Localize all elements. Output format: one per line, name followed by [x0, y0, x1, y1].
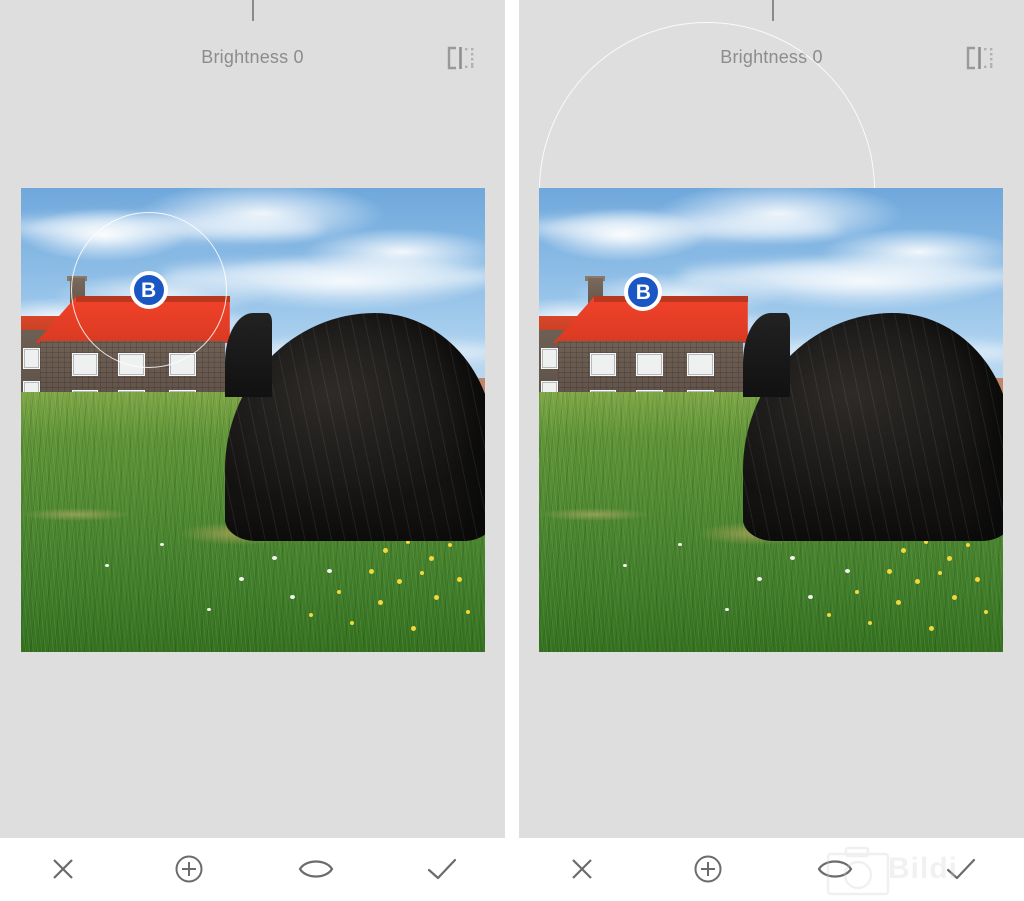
add-point-button-right[interactable]	[645, 838, 771, 900]
photo-image-left	[21, 188, 485, 652]
compare-split-icon-right[interactable]	[963, 44, 997, 72]
cancel-button-left[interactable]	[0, 838, 126, 900]
adjustment-label-left: Brightness 0	[201, 47, 304, 67]
roof-ridge	[593, 296, 749, 302]
control-point-letter: B	[141, 278, 157, 302]
control-point-letter: B	[635, 280, 651, 304]
compare-split-icon-left[interactable]	[444, 44, 478, 72]
slider-tick-right[interactable]	[772, 0, 774, 21]
preview-toggle-button-left[interactable]	[253, 838, 379, 900]
photo-canvas-right[interactable]: B	[539, 188, 1003, 652]
panel-right: Brightness 0 B	[519, 0, 1024, 900]
brightness-control-point-left[interactable]: B	[129, 271, 168, 310]
add-point-button-left[interactable]	[126, 838, 252, 900]
editor-screen: Brightness 0 B Brightness 0 B Bildi	[0, 0, 1024, 900]
check-icon	[427, 858, 456, 880]
adjustment-label-right: Brightness 0	[720, 47, 823, 67]
eye-icon	[817, 860, 852, 878]
slider-tick-left[interactable]	[252, 0, 254, 21]
apply-button-right[interactable]	[898, 838, 1024, 900]
plus-circle-icon	[694, 855, 722, 883]
check-icon	[946, 858, 975, 880]
cancel-button-right[interactable]	[519, 838, 645, 900]
photo-canvas-left[interactable]: B	[21, 188, 485, 652]
panel-right-header: Brightness 0	[519, 44, 1024, 70]
close-x-icon	[53, 859, 73, 879]
close-x-icon	[572, 859, 592, 879]
panel-divider	[505, 0, 519, 900]
eye-icon	[298, 860, 333, 878]
preview-toggle-button-right[interactable]	[772, 838, 898, 900]
apply-button-left[interactable]	[379, 838, 505, 900]
plus-circle-icon	[175, 855, 203, 883]
toolbar-left	[0, 838, 505, 900]
photo-image-right	[539, 188, 1003, 652]
panel-left: Brightness 0 B	[0, 0, 505, 900]
panel-left-header: Brightness 0	[0, 44, 505, 70]
toolbar-right	[519, 838, 1024, 900]
